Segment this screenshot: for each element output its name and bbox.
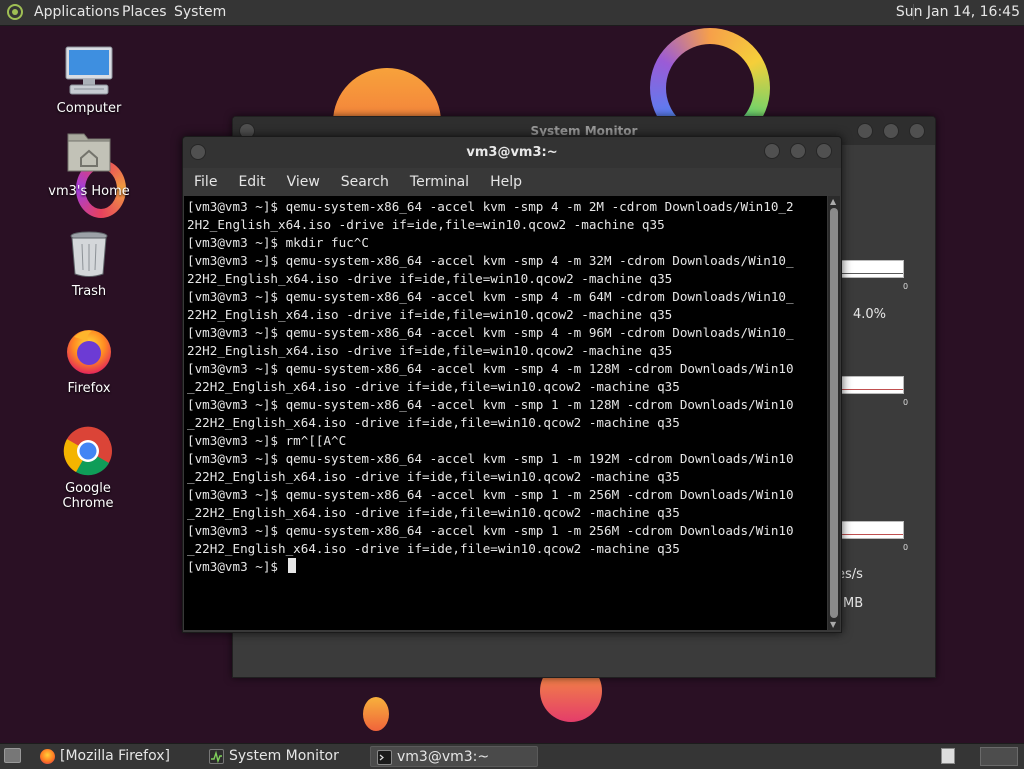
- terminal-scrollbar[interactable]: ▲ ▼: [828, 196, 840, 630]
- memory-graph-zero-label: 0: [903, 398, 909, 407]
- terminal-line: [vm3@vm3 ~]$ rm^[[A^C: [187, 433, 347, 448]
- scroll-down-arrow-icon[interactable]: ▼: [830, 620, 836, 629]
- window-menu-button[interactable]: [190, 144, 206, 160]
- firefox-icon: [64, 325, 114, 377]
- terminal-prompt: [vm3@vm3 ~]$: [187, 559, 286, 574]
- firefox-icon: [40, 749, 55, 764]
- desktop-icon-label: Firefox: [67, 381, 111, 396]
- terminal-line: [vm3@vm3 ~]$ mkdir fuc^C: [187, 235, 369, 250]
- terminal-line: 22H2_English_x64.iso -drive if=ide,file=…: [187, 307, 673, 322]
- menu-help[interactable]: Help: [490, 174, 522, 190]
- maximize-button[interactable]: [883, 123, 899, 139]
- show-desktop-icon[interactable]: [4, 748, 21, 763]
- terminal-cursor: [287, 558, 296, 573]
- terminal-line: [vm3@vm3 ~]$ qemu-system-x86_64 -accel k…: [187, 487, 794, 502]
- terminal-output[interactable]: [vm3@vm3 ~]$ qemu-system-x86_64 -accel k…: [184, 196, 827, 630]
- terminal-titlebar[interactable]: vm3@vm3:~: [183, 137, 841, 168]
- memory-history-graph: [841, 376, 904, 394]
- terminal-line: _22H2_English_x64.iso -drive if=ide,file…: [187, 469, 680, 484]
- terminal-line: [vm3@vm3 ~]$ qemu-system-x86_64 -accel k…: [187, 199, 794, 214]
- terminal-line: [vm3@vm3 ~]$ qemu-system-x86_64 -accel k…: [187, 523, 794, 538]
- menu-terminal[interactable]: Terminal: [410, 174, 469, 190]
- desktop-icon-label: Computer: [56, 101, 122, 116]
- scrollbar-thumb[interactable]: [830, 208, 838, 618]
- network-graph-zero-label: 0: [903, 543, 909, 552]
- terminal-line: [vm3@vm3 ~]$ qemu-system-x86_64 -accel k…: [187, 451, 794, 466]
- terminal-title: vm3@vm3:~: [466, 145, 558, 160]
- terminal-window[interactable]: vm3@vm3:~ File Edit View Search Terminal…: [182, 136, 842, 633]
- taskbar-item-firefox[interactable]: [Mozilla Firefox]: [34, 746, 196, 767]
- menu-places[interactable]: Places: [122, 4, 167, 20]
- desktop-icon-computer[interactable]: Computer: [39, 45, 139, 116]
- menu-view[interactable]: View: [287, 174, 320, 190]
- desktop-icon-label: vm3's Home: [48, 184, 130, 199]
- system-monitor-icon: [209, 749, 224, 764]
- terminal-line: _22H2_English_x64.iso -drive if=ide,file…: [187, 379, 680, 394]
- terminal-line: _22H2_English_x64.iso -drive if=ide,file…: [187, 541, 680, 556]
- workspace-switcher[interactable]: [980, 747, 1018, 766]
- cpu-history-graph: [841, 260, 904, 278]
- close-button[interactable]: [816, 143, 832, 159]
- taskbar-item-label: vm3@vm3:~: [397, 749, 490, 765]
- terminal-menubar: File Edit View Search Terminal Help: [183, 168, 841, 196]
- minimize-button[interactable]: [764, 143, 780, 159]
- scroll-up-arrow-icon[interactable]: ▲: [830, 197, 836, 206]
- terminal-line: [vm3@vm3 ~]$ qemu-system-x86_64 -accel k…: [187, 289, 794, 304]
- home-folder-icon: [64, 128, 114, 180]
- close-button[interactable]: [909, 123, 925, 139]
- terminal-line: [vm3@vm3 ~]$ qemu-system-x86_64 -accel k…: [187, 253, 794, 268]
- trash-icon: [64, 228, 114, 280]
- terminal-line: 22H2_English_x64.iso -drive if=ide,file=…: [187, 343, 673, 358]
- wallpaper-orange-egg: [363, 697, 389, 731]
- taskbar-item-label: System Monitor: [229, 748, 339, 764]
- desktop-icon-trash[interactable]: Trash: [39, 228, 139, 299]
- desktop-icon-label: Trash: [71, 284, 107, 299]
- terminal-line: 2H2_English_x64.iso -drive if=ide,file=w…: [187, 217, 665, 232]
- top-panel: Applications Places System Sun Jan 14, 1…: [0, 0, 1024, 26]
- network-history-graph: [841, 521, 904, 539]
- taskbar-item-terminal[interactable]: vm3@vm3:~: [370, 746, 538, 767]
- terminal-line: _22H2_English_x64.iso -drive if=ide,file…: [187, 505, 680, 520]
- network-total-unit: MB: [843, 596, 864, 611]
- taskbar-item-label: [Mozilla Firefox]: [60, 748, 170, 764]
- terminal-line: _22H2_English_x64.iso -drive if=ide,file…: [187, 415, 680, 430]
- menu-search[interactable]: Search: [341, 174, 389, 190]
- menu-file[interactable]: File: [194, 174, 217, 190]
- distro-logo-icon[interactable]: [7, 4, 23, 20]
- terminal-line: [vm3@vm3 ~]$ qemu-system-x86_64 -accel k…: [187, 325, 794, 340]
- desktop-icon-chrome[interactable]: Google Chrome: [38, 425, 138, 511]
- minimize-button[interactable]: [857, 123, 873, 139]
- menu-applications[interactable]: Applications: [34, 4, 120, 20]
- taskbar-item-system-monitor[interactable]: System Monitor: [203, 746, 363, 767]
- terminal-line: [vm3@vm3 ~]$ qemu-system-x86_64 -accel k…: [187, 397, 794, 412]
- desktop-icon-firefox[interactable]: Firefox: [39, 325, 139, 396]
- desktop-icon-home[interactable]: vm3's Home: [39, 128, 139, 199]
- computer-icon: [64, 45, 114, 97]
- cpu-usage-value: 4.0%: [853, 307, 887, 322]
- menu-edit[interactable]: Edit: [238, 174, 265, 190]
- menu-system[interactable]: System: [174, 4, 226, 20]
- terminal-line: [vm3@vm3 ~]$ qemu-system-x86_64 -accel k…: [187, 361, 794, 376]
- bottom-panel: [Mozilla Firefox] System Monitor vm3@vm3…: [0, 743, 1024, 769]
- cpu-graph-zero-label: 0: [903, 282, 909, 291]
- desktop-icon-label: Google Chrome: [62, 481, 114, 511]
- trash-applet-icon[interactable]: [941, 748, 955, 764]
- terminal-prompt-line[interactable]: [vm3@vm3 ~]$: [187, 558, 827, 576]
- clock[interactable]: Sun Jan 14, 16:45: [896, 4, 1020, 20]
- maximize-button[interactable]: [790, 143, 806, 159]
- chrome-icon: [63, 425, 113, 477]
- terminal-line: 22H2_English_x64.iso -drive if=ide,file=…: [187, 271, 673, 286]
- terminal-icon: [377, 750, 392, 765]
